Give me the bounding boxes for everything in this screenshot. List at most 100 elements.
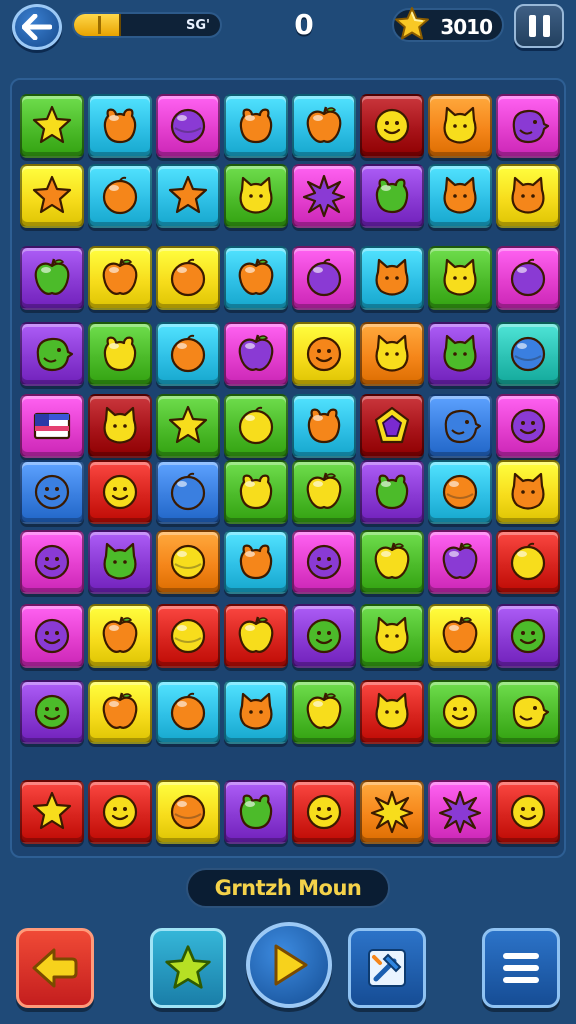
tile[interactable]	[292, 164, 356, 228]
tile[interactable]	[360, 604, 424, 668]
tile[interactable]	[292, 780, 356, 844]
tile[interactable]	[224, 246, 288, 310]
tile[interactable]	[496, 604, 560, 668]
face-icon	[306, 618, 342, 654]
tile[interactable]	[428, 94, 492, 158]
tile[interactable]	[428, 680, 492, 744]
tile[interactable]	[88, 460, 152, 524]
tile[interactable]	[292, 530, 356, 594]
tile[interactable]	[496, 94, 560, 158]
cat-icon	[511, 472, 545, 510]
tile[interactable]	[360, 246, 424, 310]
tile[interactable]	[20, 322, 84, 386]
tile[interactable]	[496, 530, 560, 594]
tile[interactable]	[224, 780, 288, 844]
tile[interactable]	[224, 322, 288, 386]
tile[interactable]	[88, 322, 152, 386]
tile[interactable]	[496, 322, 560, 386]
tile[interactable]	[292, 680, 356, 744]
tile[interactable]	[88, 164, 152, 228]
tile[interactable]	[88, 530, 152, 594]
tile[interactable]	[224, 164, 288, 228]
tile[interactable]	[20, 530, 84, 594]
tile[interactable]	[156, 394, 220, 458]
tile[interactable]	[224, 94, 288, 158]
tile[interactable]	[156, 530, 220, 594]
bear-icon	[239, 544, 273, 580]
tile[interactable]	[224, 680, 288, 744]
tile[interactable]	[20, 94, 84, 158]
tile[interactable]	[224, 394, 288, 458]
tile[interactable]	[156, 604, 220, 668]
tile[interactable]	[20, 460, 84, 524]
tile[interactable]	[360, 530, 424, 594]
tile[interactable]	[496, 164, 560, 228]
tile[interactable]	[20, 604, 84, 668]
tile[interactable]	[292, 604, 356, 668]
face-icon	[510, 408, 546, 444]
tile[interactable]	[292, 460, 356, 524]
tile[interactable]	[20, 780, 84, 844]
tile[interactable]	[428, 164, 492, 228]
tile[interactable]	[88, 604, 152, 668]
tile[interactable]	[156, 680, 220, 744]
apple-icon	[306, 692, 342, 729]
fruit-icon	[306, 258, 342, 297]
tile[interactable]	[156, 246, 220, 310]
tile[interactable]	[20, 394, 84, 458]
tile[interactable]	[292, 246, 356, 310]
tile[interactable]	[428, 322, 492, 386]
tile[interactable]	[360, 394, 424, 458]
tile[interactable]	[428, 460, 492, 524]
tile[interactable]	[20, 680, 84, 744]
tile[interactable]	[496, 246, 560, 310]
tile[interactable]	[88, 94, 152, 158]
tile[interactable]	[360, 164, 424, 228]
tile[interactable]	[224, 460, 288, 524]
pause-icon	[528, 15, 536, 37]
tile[interactable]	[88, 680, 152, 744]
tile[interactable]	[88, 394, 152, 458]
tile[interactable]	[88, 246, 152, 310]
menu-button[interactable]	[482, 928, 560, 1008]
ball-icon	[170, 618, 206, 654]
back-button[interactable]	[12, 4, 62, 50]
play-button[interactable]	[246, 922, 332, 1008]
tile[interactable]	[20, 164, 84, 228]
tile[interactable]	[156, 164, 220, 228]
tile[interactable]	[360, 680, 424, 744]
tile[interactable]	[496, 680, 560, 744]
tile[interactable]	[428, 530, 492, 594]
tile[interactable]	[496, 460, 560, 524]
tile[interactable]	[496, 780, 560, 844]
tile[interactable]	[428, 246, 492, 310]
tile[interactable]	[156, 322, 220, 386]
tile[interactable]	[360, 322, 424, 386]
tile[interactable]	[360, 94, 424, 158]
tile[interactable]	[156, 94, 220, 158]
bird-icon	[444, 409, 482, 444]
tile[interactable]	[20, 246, 84, 310]
pause-button[interactable]	[514, 4, 564, 48]
tile[interactable]	[428, 604, 492, 668]
tile[interactable]	[496, 394, 560, 458]
tile[interactable]	[156, 780, 220, 844]
tile[interactable]	[428, 394, 492, 458]
tile[interactable]	[88, 780, 152, 844]
face-icon	[442, 694, 478, 730]
hammer-tool-button[interactable]	[348, 928, 426, 1008]
booster-star-button[interactable]	[150, 928, 226, 1008]
tile[interactable]	[428, 780, 492, 844]
bear-icon	[103, 336, 137, 372]
previous-button[interactable]	[16, 928, 94, 1008]
tile[interactable]	[156, 460, 220, 524]
tile[interactable]	[292, 394, 356, 458]
tile[interactable]	[224, 530, 288, 594]
tile[interactable]	[360, 460, 424, 524]
cat-icon	[375, 692, 409, 730]
face-icon	[34, 544, 70, 580]
tile[interactable]	[292, 322, 356, 386]
tile[interactable]	[292, 94, 356, 158]
tile[interactable]	[360, 780, 424, 844]
tile[interactable]	[224, 604, 288, 668]
